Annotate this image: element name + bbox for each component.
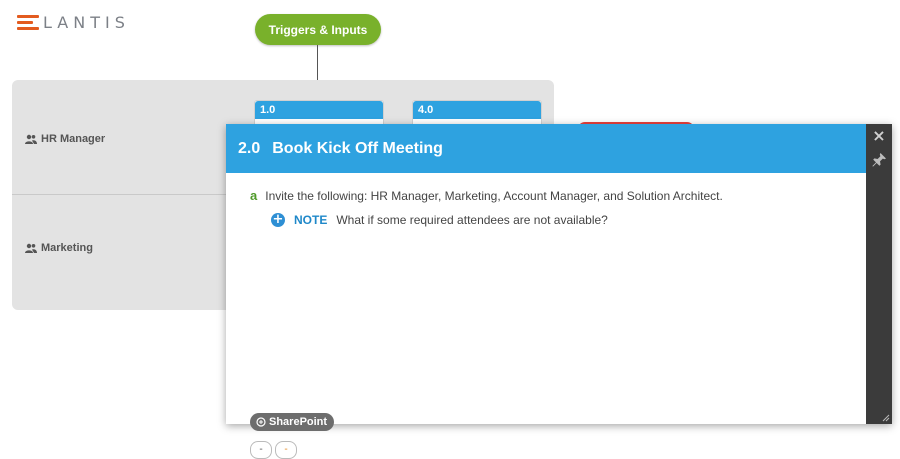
lane-label: HR Manager [41, 133, 106, 145]
rating-buttons: - - [250, 441, 297, 459]
panel-step-number: 2.0 [238, 139, 261, 157]
pin-icon[interactable] [871, 152, 887, 168]
logo-e-mark [17, 15, 39, 30]
step-detail-panel: 2.0 Book Kick Off Meeting × a Invite the… [226, 124, 892, 459]
panel-body: a Invite the following: HR Manager, Mark… [226, 173, 866, 459]
panel-side-bar: × [866, 124, 892, 424]
item-marker: a [250, 188, 258, 203]
item-text: Invite the following: HR Manager, Market… [265, 189, 723, 203]
sharepoint-icon [256, 417, 266, 427]
note-text: What if some required attendees are not … [336, 213, 608, 227]
dash-button-2[interactable]: - [275, 441, 297, 459]
user-group-icon [25, 243, 37, 253]
plus-circle-icon[interactable]: + [271, 213, 285, 227]
triggers-inputs-button[interactable]: Triggers & Inputs [255, 14, 381, 45]
elantis-logo: LANTIS [17, 15, 130, 33]
user-group-icon [25, 134, 37, 144]
panel-header: 2.0 Book Kick Off Meeting [226, 124, 866, 173]
step-number: 1.0 [255, 101, 383, 119]
resize-grip-icon[interactable] [882, 414, 890, 422]
logo-text: LANTIS [43, 13, 130, 32]
dash-button-1[interactable]: - [250, 441, 272, 459]
panel-title: Book Kick Off Meeting [272, 139, 443, 157]
sharepoint-badge[interactable]: SharePoint [250, 413, 335, 431]
note-label: NOTE [294, 213, 328, 227]
close-icon[interactable]: × [872, 128, 886, 144]
badge-label: SharePoint [269, 416, 328, 428]
step-number: 4.0 [413, 101, 541, 119]
activity-item: a Invite the following: HR Manager, Mark… [250, 188, 723, 203]
lane-marketing[interactable]: Marketing [25, 242, 93, 254]
note-row[interactable]: + NOTE What if some required attendees a… [271, 213, 608, 227]
lane-label: Marketing [41, 242, 93, 254]
lane-hr-manager[interactable]: HR Manager [25, 133, 105, 145]
